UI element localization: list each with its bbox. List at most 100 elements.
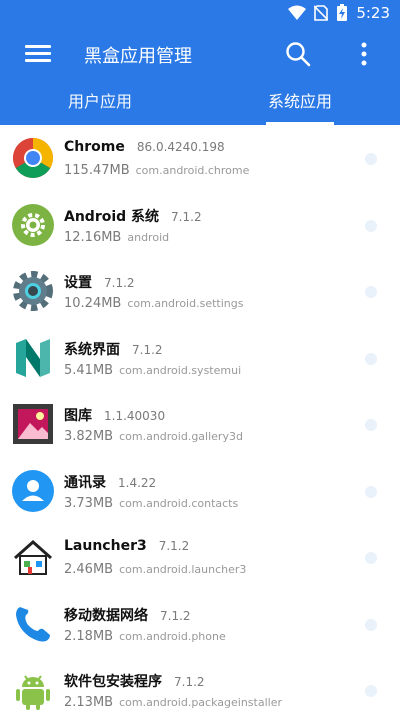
app-package: com.android.settings [127,297,244,310]
select-toggle[interactable] [365,485,377,498]
app-size: 2.13MB [64,695,114,710]
list-item[interactable]: 系统界面 7.1.2 5.41MB com.android.systemui [0,325,400,392]
select-toggle[interactable] [365,153,377,165]
tab-system-apps[interactable]: 系统应用 [200,82,400,125]
home-icon [14,539,52,575]
wifi-icon [288,5,307,20]
hamburger-line [25,52,51,55]
app-name-row: 设置 7.1.2 [64,272,135,292]
app-bar: 5:23 黑盒应用管理 用户应用 系统应用 [0,0,400,125]
list-item[interactable]: 移动数据网络 7.1.2 2.18MB com.android.phone [0,591,400,658]
app-details: 2.46MB com.android.launcher3 [64,562,246,577]
toolbar: 黑盒应用管理 [0,34,400,74]
app-name: 图库 [64,408,92,424]
page-title: 黑盒应用管理 [84,46,192,67]
app-details: 3.82MB com.android.gallery3d [64,429,243,444]
hamburger-menu-icon [25,45,51,48]
list-item[interactable]: 通讯录 1.4.22 3.73MB com.android.contacts [0,458,400,525]
list-item[interactable]: Chrome 86.0.4240.198 115.47MB com.android.… [0,125,400,192]
more-options-button[interactable] [354,40,374,68]
app-name-row: 移动数据网络 7.1.2 [64,605,191,625]
app-name-row: 通讯录 1.4.22 [64,472,156,492]
app-size: 2.46MB [64,562,114,577]
app-name-row: 图库 1.1.40030 [64,405,165,425]
app-package: com.android.contacts [119,496,239,510]
app-name: 移动数据网络 [64,607,148,624]
gallery-icon [13,404,53,444]
app-package: com.android.packageinstaller [119,696,282,709]
app-size: 12.16MB [64,229,122,245]
app-size: 2.18MB [64,628,114,644]
app-version: 7.1.2 [160,608,191,623]
app-details: 12.16MB android [64,230,169,245]
no-sim-icon [314,5,329,21]
app-version: 7.1.2 [158,539,190,553]
app-version: 1.1.40030 [104,409,166,423]
select-toggle[interactable] [365,552,377,564]
app-package: com.android.phone [119,629,226,643]
tab-user-apps[interactable]: 用户应用 [0,82,200,125]
status-bar: 5:23 [0,0,400,28]
select-toggle[interactable] [365,419,377,431]
app-details: 10.24MB com.android.settings [64,296,243,311]
app-package: com.android.chrome [135,164,250,177]
app-version: 86.0.4240.198 [136,140,225,154]
app-details: 2.18MB com.android.phone [64,629,226,644]
android-robot-icon [16,675,50,710]
app-name-row: Launcher3 7.1.2 [64,538,189,554]
app-version: 7.1.2 [132,342,163,357]
app-size: 3.73MB [64,495,114,511]
search-icon [286,42,311,67]
app-size: 10.24MB [64,296,122,311]
list-item[interactable]: 设置 7.1.2 10.24MB com.android.settings [0,258,400,325]
app-package: android [127,230,170,244]
android-system-gear-icon [12,203,54,246]
search-button[interactable] [284,40,312,68]
list-item[interactable]: 软件包安装程序 7.1.2 2.13MB com.android.packagein… [0,657,400,724]
hamburger-line [25,59,51,62]
app-name-row: Chrome 86.0.4240.198 [64,139,225,155]
app-version: 1.4.22 [118,475,157,490]
menu-button[interactable] [25,42,51,66]
app-size: 115.47MB [64,163,130,178]
app-size: 5.41MB [64,362,114,378]
more-vertical-icon [361,42,367,66]
status-time: 5:23 [356,4,390,22]
app-package: com.android.systemui [119,363,242,377]
app-name-row: 系统界面 7.1.2 [64,339,163,359]
app-name: 设置 [64,275,92,291]
select-toggle[interactable] [365,219,377,232]
tab-bar: 用户应用 系统应用 [0,82,400,125]
app-details: 115.47MB com.android.chrome [64,163,249,178]
status-icons: 5:23 [288,4,390,22]
contacts-icon [12,469,54,512]
app-size: 3.82MB [64,429,114,444]
settings-gear-icon [13,271,53,311]
list-item[interactable]: 图库 1.1.40030 3.82MB com.android.gallery3d [0,391,400,458]
select-toggle[interactable] [365,286,377,298]
phone-icon [16,606,50,641]
app-details: 2.13MB com.android.packageinstaller [64,695,282,710]
app-details: 5.41MB com.android.systemui [64,363,241,378]
app-list: Chrome 86.0.4240.198 115.47MB com.android.… [0,125,400,724]
app-package: com.android.gallery3d [119,430,243,443]
app-name: Launcher3 [64,538,147,554]
select-toggle[interactable] [365,352,377,365]
app-name: 通讯录 [64,474,106,491]
select-toggle[interactable] [365,618,377,631]
nougat-logo-icon [16,338,50,377]
app-name: Android 系统 [64,208,160,225]
app-name: Chrome [64,139,125,155]
select-toggle[interactable] [365,685,377,697]
app-version: 7.1.2 [104,276,135,290]
app-name-row: 软件包安装程序 7.1.2 [64,671,205,691]
list-item[interactable]: Launcher3 7.1.2 2.46MB com.android.launche… [0,524,400,591]
list-item[interactable]: Android 系统 7.1.2 12.16MB android [0,192,400,259]
chrome-icon [13,138,53,178]
app-details: 3.73MB com.android.contacts [64,496,238,511]
battery-charging-icon [337,4,348,21]
app-name-row: Android 系统 7.1.2 [64,206,202,226]
app-version: 7.1.2 [174,675,205,689]
app-name: 系统界面 [64,341,120,358]
app-version: 7.1.2 [171,209,202,224]
